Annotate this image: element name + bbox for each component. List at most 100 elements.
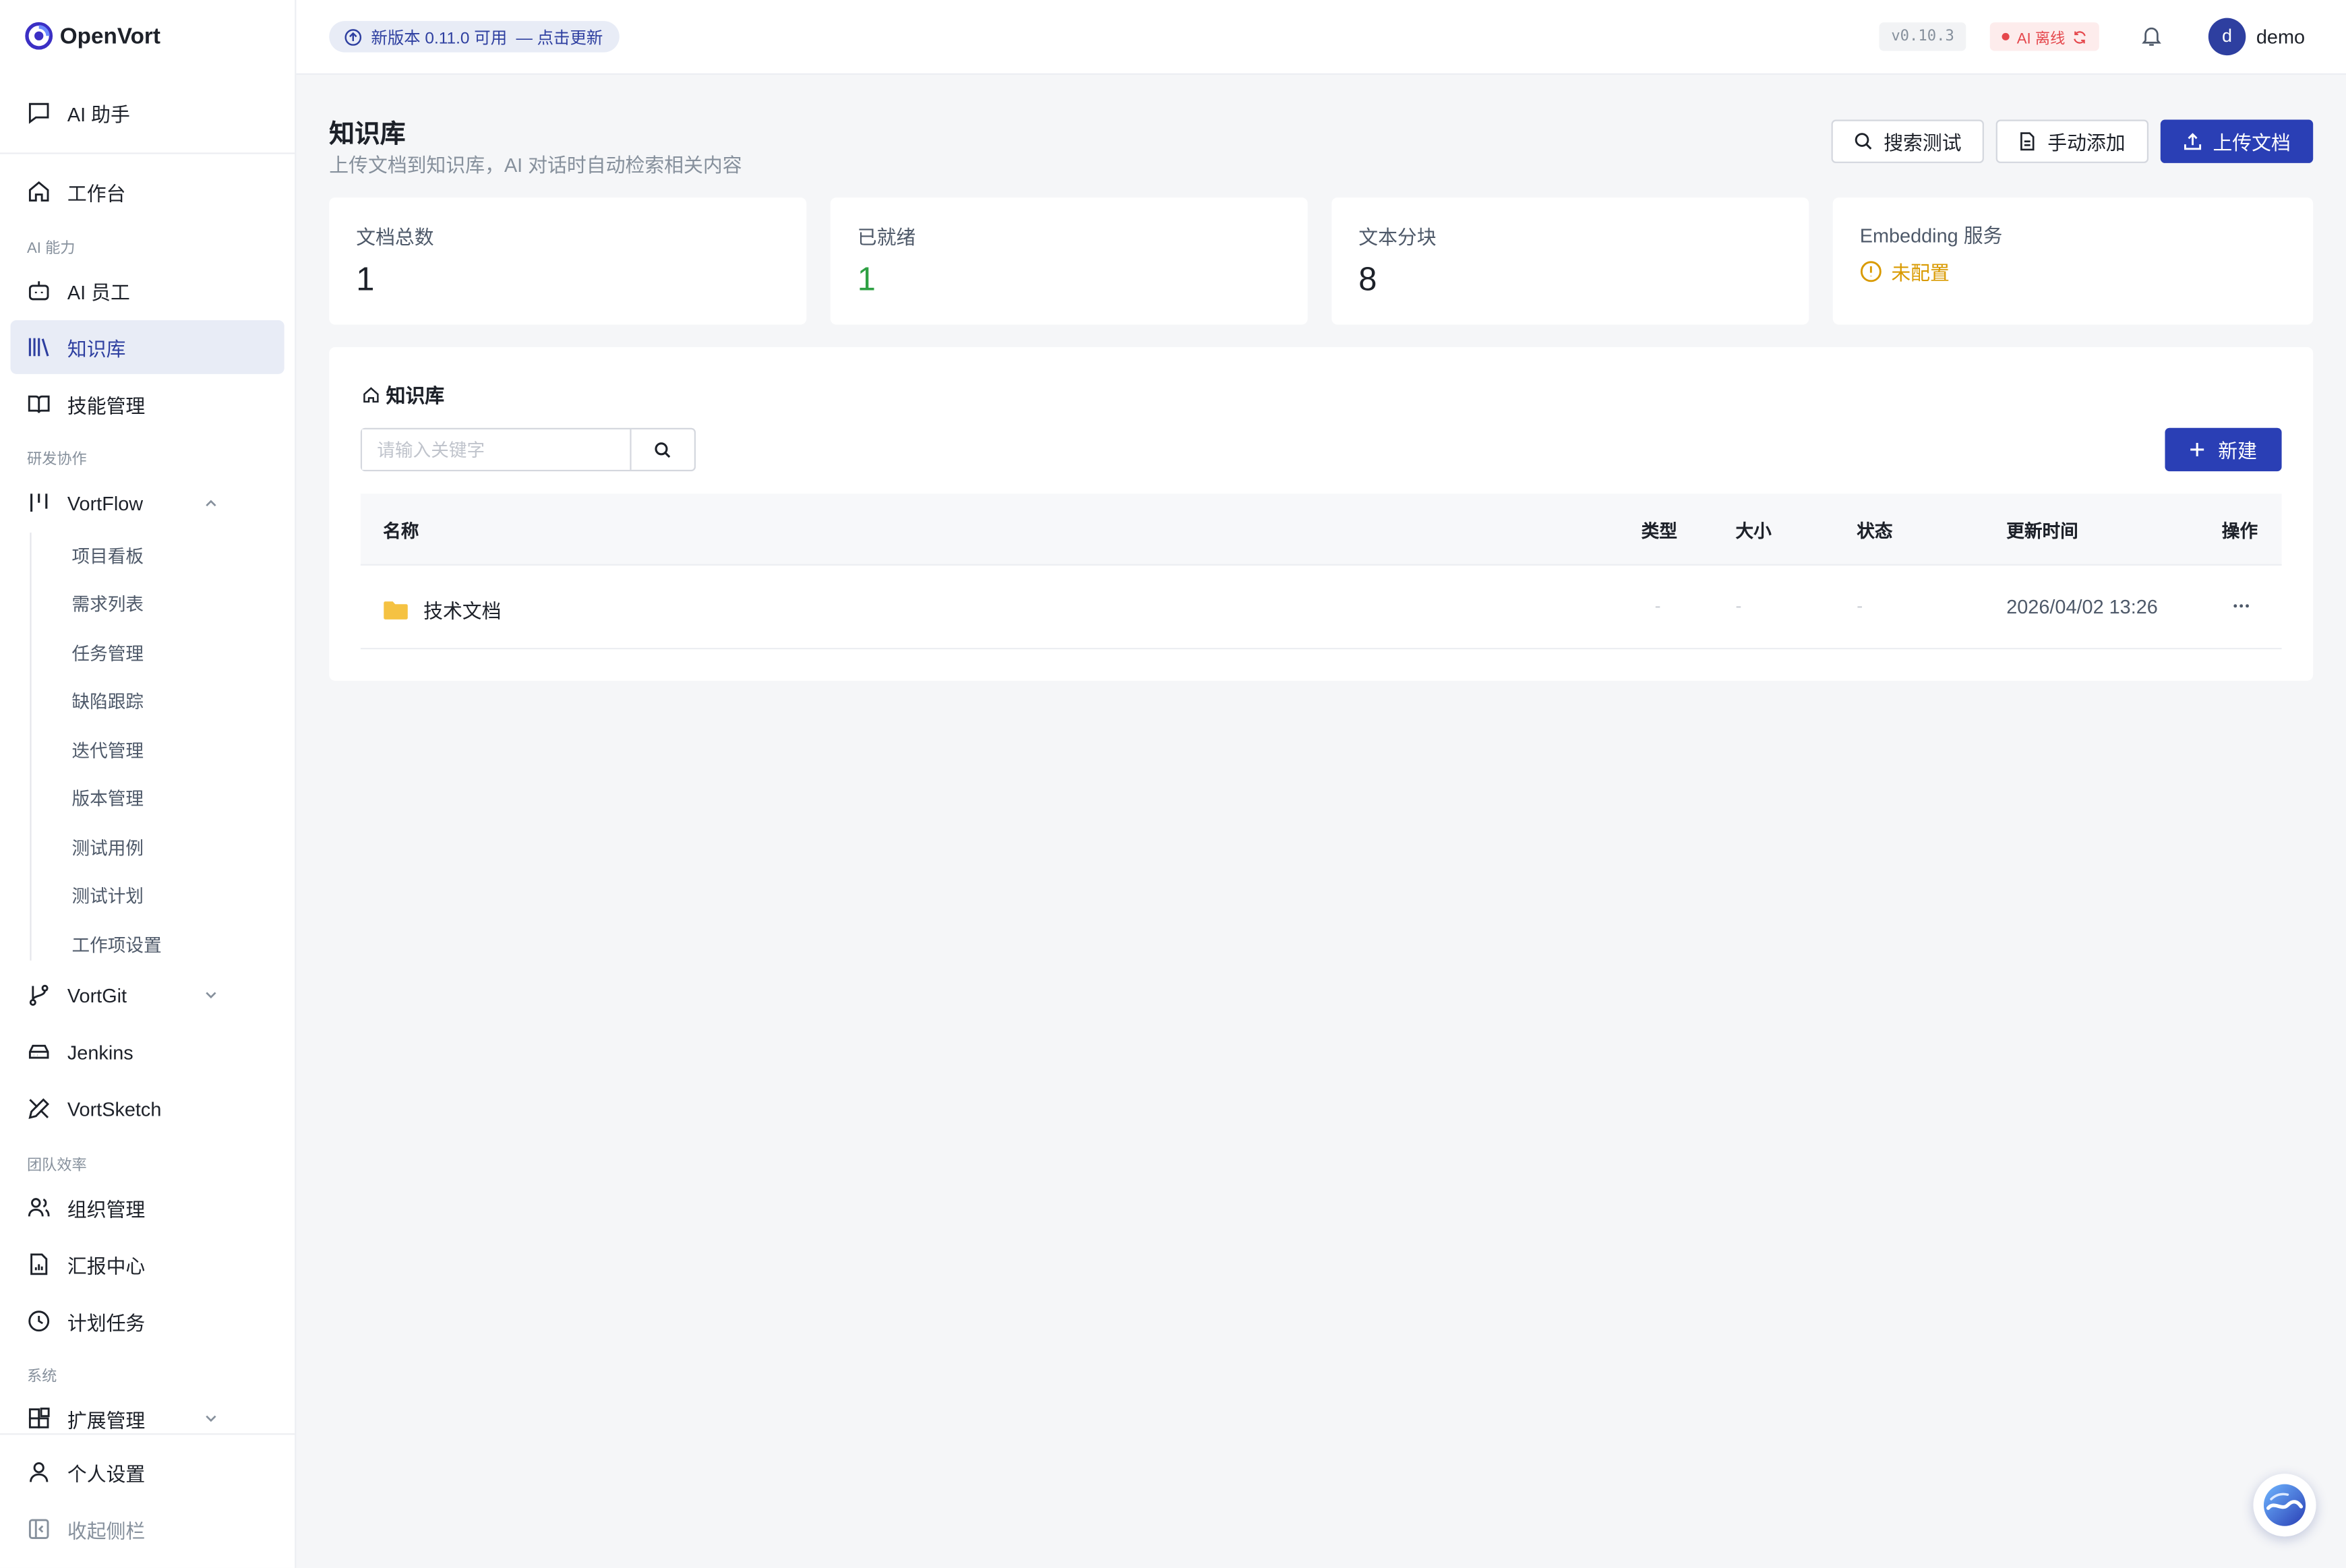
submenu-item-requirements[interactable]: 需求列表 <box>72 591 144 617</box>
clock-icon <box>27 1309 51 1333</box>
version-badge: v0.10.3 <box>1879 22 1966 51</box>
sidebar-collapse-button[interactable]: 收起侧栏 <box>11 1502 284 1556</box>
upload-icon <box>2184 133 2202 150</box>
column-header-status[interactable]: 状态 <box>1857 518 1892 543</box>
stat-label: 文档总数 <box>356 226 434 249</box>
sidebar-item-vortflow[interactable]: VortFlow <box>11 476 284 530</box>
sidebar-item-jenkins[interactable]: Jenkins <box>11 1025 284 1079</box>
search-icon <box>655 442 671 458</box>
sidebar-item-label: VortSketch <box>67 1097 162 1120</box>
report-icon <box>27 1253 51 1277</box>
button-label: 手动添加 <box>2047 131 2126 154</box>
table-row[interactable]: 技术文档 - - - 2026/04/02 13:26 <box>360 566 2282 650</box>
app-logo[interactable]: OpenVort <box>24 21 160 51</box>
sidebar-item-label: 知识库 <box>67 337 126 360</box>
folder-icon <box>384 601 408 619</box>
bell-icon[interactable] <box>2140 24 2164 49</box>
library-icon <box>27 335 51 359</box>
stat-value: 8 <box>1358 260 1377 298</box>
button-label: 新建 <box>2218 440 2257 462</box>
pencil-ruler-icon <box>27 1097 51 1121</box>
sidebar-item-vortsketch[interactable]: VortSketch <box>11 1082 284 1136</box>
section-label-ai: AI 能力 <box>26 241 76 258</box>
upload-document-button[interactable]: 上传文档 <box>2160 119 2314 163</box>
sidebar-item-label: Jenkins <box>67 1040 133 1063</box>
avatar[interactable]: d <box>2208 18 2246 56</box>
sidebar-item-label: 组织管理 <box>67 1197 146 1220</box>
app-name: OpenVort <box>59 23 160 49</box>
breadcrumb[interactable]: 知识库 <box>362 380 444 409</box>
submenu-guide-line <box>30 533 32 961</box>
section-label-dev: 研发协作 <box>26 452 87 469</box>
new-button[interactable]: 新建 <box>2165 427 2282 472</box>
cell-size: - <box>1735 595 1742 617</box>
search-box <box>360 427 696 472</box>
submenu-item-iterations[interactable]: 迭代管理 <box>72 737 144 763</box>
library-panel: 知识库 新建 名称 类型 大小 状态 更新时间 操作 技术文档 - <box>329 346 2314 681</box>
username[interactable]: demo <box>2256 26 2305 48</box>
more-actions-icon[interactable] <box>2232 603 2250 609</box>
plus-icon <box>2191 442 2205 456</box>
embedding-status-text: 未配置 <box>1891 262 1950 284</box>
warning-circle-icon <box>1860 261 1882 282</box>
home-icon <box>363 386 379 402</box>
sidebar-item-skills[interactable]: 技能管理 <box>11 377 284 431</box>
folder-name-cell[interactable]: 技术文档 <box>383 595 502 624</box>
sidebar-item-knowledge[interactable]: 知识库 <box>10 320 284 374</box>
submenu-item-bugs[interactable]: 缺陷跟踪 <box>72 688 144 714</box>
column-header-size[interactable]: 大小 <box>1736 518 1772 543</box>
sidebar-item-vortgit[interactable]: VortGit <box>11 968 284 1022</box>
column-header-updated[interactable]: 更新时间 <box>2006 518 2078 543</box>
users-icon <box>27 1195 51 1219</box>
topbar: 新版本 0.11.0 可用 — 点击更新 v0.10.3 AI 离线 d dem… <box>296 0 2346 75</box>
sidebar-item-label: AI 员工 <box>67 280 130 303</box>
button-label: 上传文档 <box>2213 131 2291 154</box>
column-header-name[interactable]: 名称 <box>383 518 419 543</box>
sidebar-item-label: 扩展管理 <box>67 1408 146 1431</box>
page-title: 知识库 <box>329 119 406 148</box>
cell-type: - <box>1654 595 1661 617</box>
search-button[interactable] <box>630 429 694 470</box>
manual-add-button[interactable]: 手动添加 <box>1995 119 2149 163</box>
stat-card-ready: 已就绪 1 <box>830 197 1308 325</box>
sidebar-item-label: 汇报中心 <box>67 1254 146 1277</box>
chevron-down-icon <box>206 1415 216 1422</box>
submenu-item-board[interactable]: 项目看板 <box>72 543 144 569</box>
refresh-icon[interactable] <box>2072 29 2087 44</box>
sidebar-item-profile[interactable]: 个人设置 <box>11 1445 284 1499</box>
table-header: 名称 类型 大小 状态 更新时间 操作 <box>360 493 2282 566</box>
stat-label: 文本分块 <box>1358 226 1437 249</box>
embedding-status: 未配置 <box>1860 258 1950 286</box>
folder-name: 技术文档 <box>423 599 502 623</box>
sidebar: OpenVort AI 助手 工作台 AI 能力 AI 员工 知识库 技能管理 … <box>0 0 297 1568</box>
sidebar-item-org[interactable]: 组织管理 <box>11 1180 284 1234</box>
sidebar-divider <box>0 1433 295 1435</box>
sidebar-item-label: AI 助手 <box>67 102 130 125</box>
submenu-item-tasks[interactable]: 任务管理 <box>72 640 144 666</box>
git-branch-icon <box>27 983 51 1007</box>
sidebar-item-reports[interactable]: 汇报中心 <box>11 1237 284 1291</box>
sidebar-item-ai-assistant[interactable]: AI 助手 <box>11 86 284 140</box>
sidebar-item-schedule[interactable]: 计划任务 <box>11 1294 284 1348</box>
submenu-item-work-settings[interactable]: 工作项设置 <box>72 932 162 958</box>
update-action-link[interactable]: — 点击更新 <box>516 25 603 49</box>
sidebar-item-extensions[interactable]: 扩展管理 <box>11 1391 284 1445</box>
blocks-icon <box>27 1406 51 1430</box>
submenu-item-test-cases[interactable]: 测试用例 <box>72 835 144 860</box>
file-text-icon <box>2021 132 2035 151</box>
sidebar-item-label: 个人设置 <box>67 1462 146 1485</box>
ai-assistant-float-button[interactable] <box>2253 1474 2316 1537</box>
submenu-item-versions[interactable]: 版本管理 <box>72 785 144 811</box>
button-label: 搜索测试 <box>1884 131 1962 154</box>
stat-card-total: 文档总数 1 <box>329 197 807 325</box>
search-input[interactable] <box>362 429 631 470</box>
column-header-type[interactable]: 类型 <box>1642 518 1677 543</box>
section-label-team: 团队效率 <box>26 1157 87 1175</box>
ai-status-badge[interactable]: AI 离线 <box>1989 22 2100 51</box>
sidebar-item-ai-staff[interactable]: AI 员工 <box>11 264 284 318</box>
panel-collapse-icon <box>27 1517 51 1541</box>
submenu-item-test-plans[interactable]: 测试计划 <box>72 882 144 908</box>
sidebar-item-workbench[interactable]: 工作台 <box>11 164 284 218</box>
search-test-button[interactable]: 搜索测试 <box>1831 119 1984 163</box>
update-banner[interactable]: 新版本 0.11.0 可用 — 点击更新 <box>329 21 620 53</box>
